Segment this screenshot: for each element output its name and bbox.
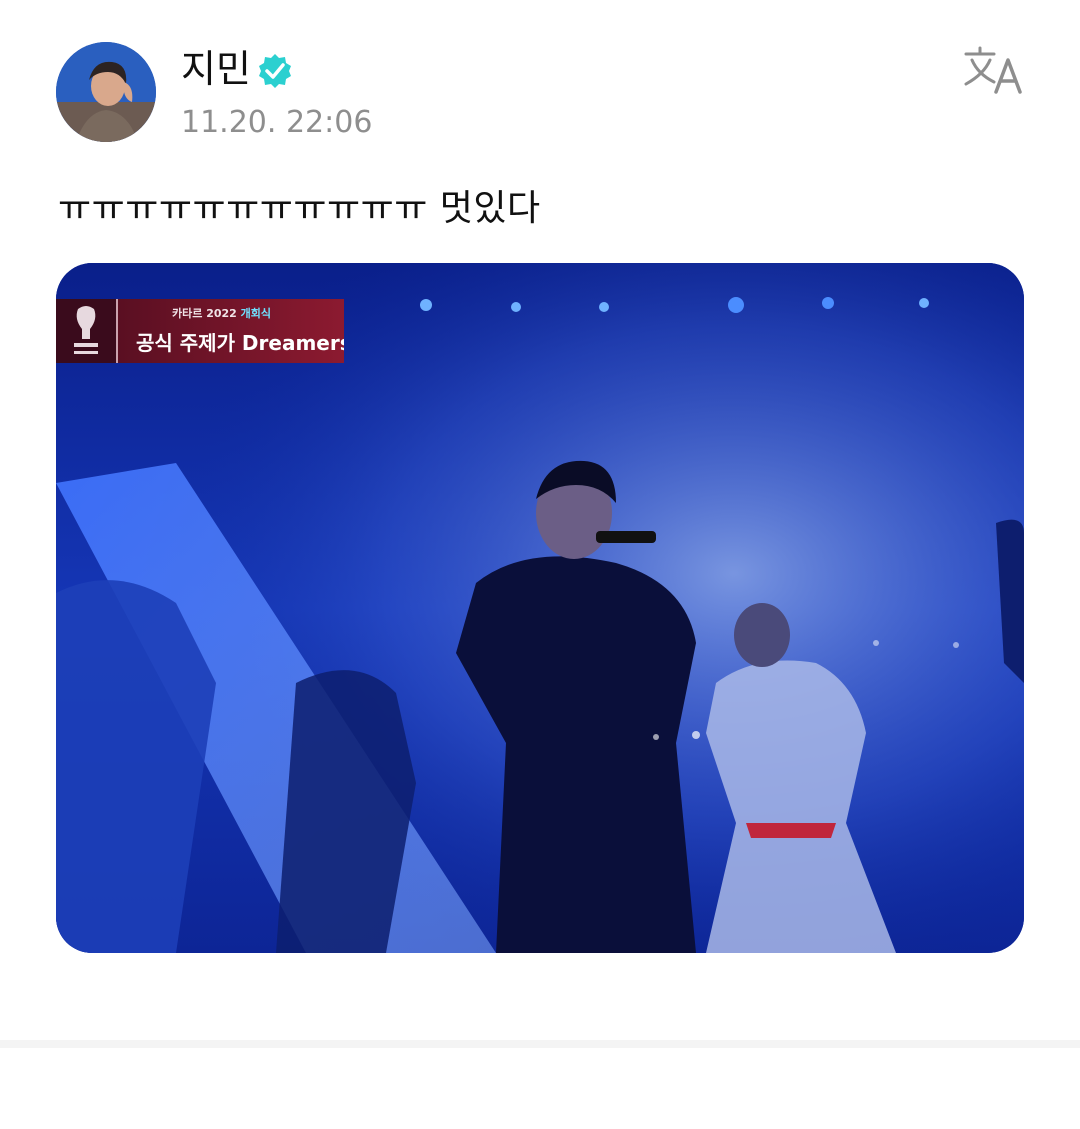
translate-button[interactable] <box>960 44 1028 100</box>
banner-event-accent: 개회식 <box>240 307 272 320</box>
post-media-image[interactable]: 카타르 2022 개회식 공식 주제가 Dreamers <box>56 263 1024 953</box>
concert-photo <box>56 263 1024 953</box>
banner-body: 카타르 2022 개회식 공식 주제가 Dreamers <box>116 299 344 363</box>
section-divider <box>0 1040 1080 1048</box>
banner-subtitle: 카타르 2022 개회식 <box>172 305 271 321</box>
author-name[interactable]: 지민 <box>181 46 251 92</box>
world-cup-logo-icon <box>56 299 116 363</box>
banner-title: 공식 주제가 Dreamers <box>136 331 352 355</box>
footer-area <box>0 1048 1080 1129</box>
verified-badge-icon <box>259 54 291 88</box>
post-card: 지민 11.20. 22:06 ㅠㅠㅠㅠㅠㅠㅠㅠㅠㅠㅠ 멋있다 카타르 2022… <box>0 0 1080 1040</box>
broadcast-banner: 카타르 2022 개회식 공식 주제가 Dreamers <box>56 299 344 363</box>
avatar-image <box>56 42 156 142</box>
trophy-icon <box>74 306 98 354</box>
post-text: ㅠㅠㅠㅠㅠㅠㅠㅠㅠㅠㅠ 멋있다 <box>58 188 541 229</box>
post-timestamp: 11.20. 22:06 <box>181 105 373 140</box>
author-avatar[interactable] <box>56 42 156 142</box>
translate-icon <box>964 46 1022 94</box>
banner-event: 카타르 2022 <box>172 307 237 320</box>
